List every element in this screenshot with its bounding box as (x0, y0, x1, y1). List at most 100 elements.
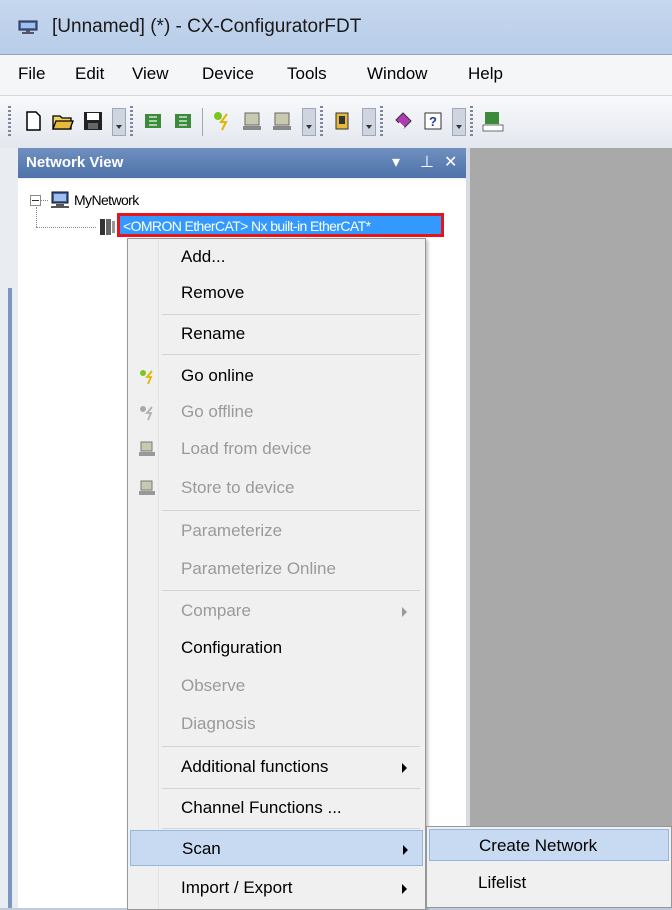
go-online-icon[interactable] (210, 108, 236, 134)
menu-device[interactable]: Device (202, 64, 254, 84)
menu-view[interactable]: View (132, 64, 169, 84)
menu-item-import-export[interactable]: Import / Export (130, 870, 423, 906)
scan-submenu: Create Network Lifelist (426, 826, 672, 908)
menu-item-go-offline[interactable]: Go offline (130, 394, 423, 430)
menu-item-parameterize[interactable]: Parameterize (130, 513, 423, 549)
toolbar-separator (202, 108, 203, 136)
menu-tools[interactable]: Tools (287, 64, 327, 84)
html-report-icon[interactable] (480, 108, 506, 134)
menu-item-label: Observe (181, 676, 246, 695)
save-icon[interactable] (80, 108, 106, 134)
menu-item-lifelist[interactable]: Lifelist (429, 867, 669, 899)
menu-help[interactable]: Help (468, 64, 503, 84)
submenu-arrow-icon (402, 884, 407, 894)
menu-separator (162, 510, 420, 511)
menu-item-label: Remove (181, 283, 245, 302)
tree-connector (36, 227, 96, 228)
menu-item-label: Load from device (181, 439, 312, 458)
tree-node-ethercat-device[interactable]: <OMRON EtherCAT> Nx built-in EtherCAT* (117, 213, 444, 237)
menu-item-diagnosis[interactable]: Diagnosis (130, 706, 423, 742)
menu-separator (162, 746, 420, 747)
menu-item-label: Channel Functions ... (181, 798, 342, 817)
menu-item-rename[interactable]: Rename (130, 316, 423, 352)
menu-item-label: Create Network (479, 836, 598, 855)
menu-item-channel-functions[interactable]: Channel Functions ... (130, 790, 423, 826)
toolbar-overflow-1[interactable] (112, 108, 126, 136)
menu-item-label: Import / Export (181, 878, 293, 897)
menu-item-label: Configuration (181, 638, 283, 657)
menu-item-compare[interactable]: Compare (130, 593, 423, 629)
menu-item-label: Rename (181, 324, 246, 343)
remove-device-icon[interactable] (170, 108, 196, 134)
svg-text:?: ? (429, 114, 437, 129)
app-window: [Unnamed] (*) - CX-ConfiguratorFDT File … (0, 0, 672, 910)
close-icon[interactable]: ✕ (444, 152, 457, 172)
menu-item-parameterize-online[interactable]: Parameterize Online (130, 551, 423, 587)
network-view-header: Network View ▾ ⊥ ✕ (18, 148, 466, 178)
document-area (470, 148, 672, 908)
menu-separator (162, 590, 420, 591)
menu-item-label: Parameterize (181, 521, 283, 540)
menu-item-configuration[interactable]: Configuration (130, 630, 423, 666)
chevron-down-icon[interactable]: ▾ (392, 152, 400, 172)
store-to-device-icon (139, 480, 155, 495)
menu-item-load-from-device[interactable]: Load from device (130, 431, 423, 467)
menu-item-label: Go online (181, 366, 254, 385)
network-view-title: Network View (26, 154, 124, 171)
menu-item-label: Go offline (181, 402, 254, 421)
go-online-icon (140, 370, 153, 385)
toolbar-grip[interactable] (130, 106, 133, 138)
tree-connector (40, 200, 48, 201)
menu-item-additional-functions[interactable]: Additional functions (130, 749, 423, 785)
load-from-device-icon[interactable] (240, 108, 266, 134)
toolbar-grip[interactable] (470, 106, 473, 138)
toolbar-grip[interactable] (8, 106, 11, 138)
store-to-device-icon[interactable] (270, 108, 296, 134)
toolbar-grip[interactable] (380, 106, 383, 138)
submenu-arrow-icon (402, 607, 407, 617)
submenu-arrow-icon (402, 763, 407, 773)
go-offline-icon (140, 406, 153, 421)
menu-item-scan[interactable]: Scan (130, 830, 423, 866)
catalog-icon[interactable] (330, 108, 356, 134)
menu-item-add[interactable]: Add... (130, 239, 423, 275)
menu-item-label: Parameterize Online (181, 559, 336, 578)
load-from-device-icon (139, 441, 155, 456)
tree-connector (36, 207, 37, 227)
menu-separator (162, 354, 420, 355)
menu-item-observe[interactable]: Observe (130, 668, 423, 704)
app-network-icon (18, 20, 38, 34)
submenu-arrow-icon (403, 845, 408, 855)
open-folder-icon[interactable] (50, 108, 76, 134)
manual-icon[interactable] (390, 108, 416, 134)
title-bar[interactable]: [Unnamed] (*) - CX-ConfiguratorFDT (0, 0, 672, 55)
help-icon[interactable]: ? (420, 108, 446, 134)
left-dock-edge (0, 148, 18, 908)
menu-item-label: Compare (181, 601, 251, 620)
toolbar-grip[interactable] (320, 106, 323, 138)
pin-icon[interactable]: ⊥ (420, 152, 434, 172)
add-device-icon[interactable] (140, 108, 166, 134)
menu-item-create-network[interactable]: Create Network (429, 829, 669, 861)
menu-separator (162, 828, 420, 829)
menu-item-label: Store to device (181, 478, 295, 497)
toolbar-overflow-4[interactable] (452, 108, 466, 136)
toolbar-overflow-3[interactable] (362, 108, 376, 136)
menu-item-label: Diagnosis (181, 714, 256, 733)
menu-edit[interactable]: Edit (75, 64, 104, 84)
menu-item-store-to-device[interactable]: Store to device (130, 470, 423, 506)
menu-separator (162, 314, 420, 315)
toolbar-overflow-2[interactable] (302, 108, 316, 136)
new-file-icon[interactable] (20, 108, 46, 134)
menu-file[interactable]: File (18, 64, 45, 84)
menu-item-label: Lifelist (478, 873, 527, 892)
menu-item-label: Additional functions (181, 757, 329, 776)
menu-bar: File Edit View Device Tools Window Help (0, 55, 672, 96)
menu-item-label: Scan (182, 839, 221, 858)
network-computer-icon (51, 191, 69, 208)
ethercat-device-icon (100, 219, 115, 235)
menu-item-go-online[interactable]: Go online (130, 358, 423, 394)
menu-item-remove[interactable]: Remove (130, 275, 423, 311)
tree-node-mynetwork[interactable]: MyNetwork (74, 192, 139, 208)
menu-window[interactable]: Window (367, 64, 427, 84)
